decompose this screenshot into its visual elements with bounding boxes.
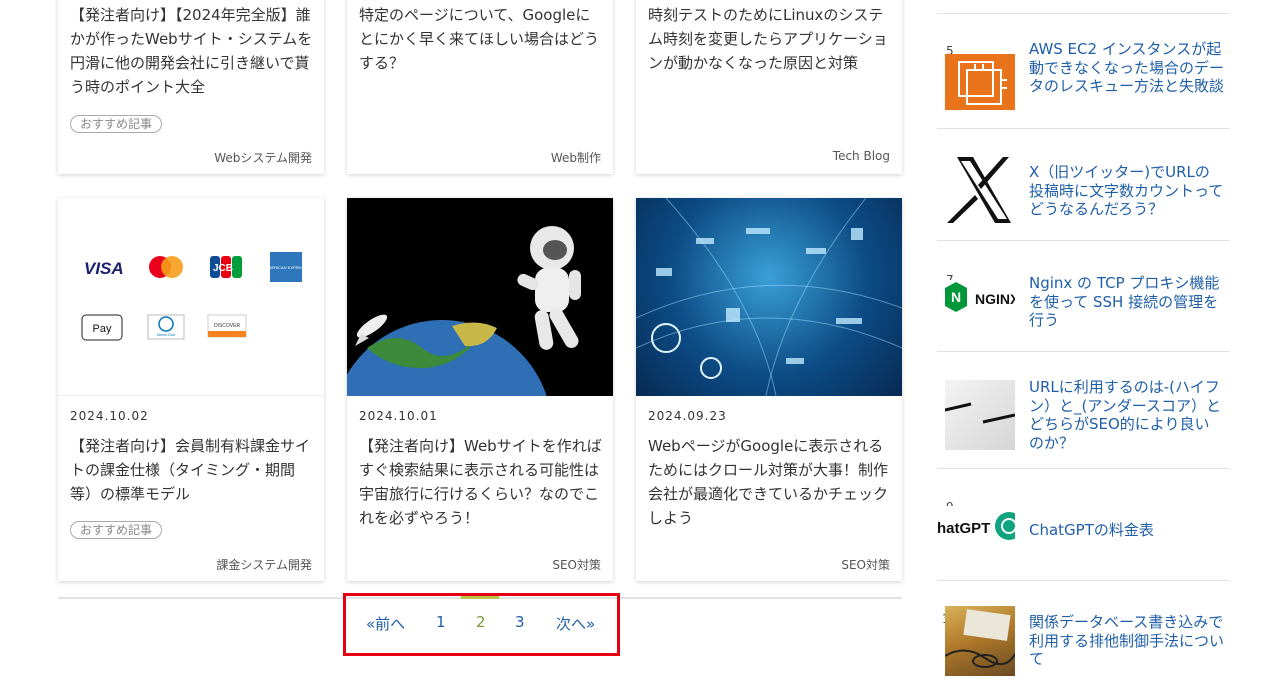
article-card[interactable]: 【発注者向け】【2024年完全版】誰かが作ったWebサイト・システムを円滑に他の… [58, 0, 324, 174]
recommended-tag: おすすめ記事 [70, 521, 163, 539]
svg-text:Pay: Pay [93, 323, 112, 335]
astronaut-earth-thumbnail[interactable] [347, 198, 613, 396]
article-date: 2024.10.02 [70, 409, 149, 423]
sidebar-divider [937, 468, 1230, 469]
sidebar-article-link[interactable]: 関係データベース書き込みで利用する排他制御手法について [1029, 613, 1224, 669]
svg-text:N: N [951, 289, 961, 305]
article-card[interactable]: 2024.10.01 【発注者向け】Webサイトを作ればすぐ検索結果に表示される… [347, 198, 613, 581]
svg-text:NGINX: NGINX [975, 291, 1015, 307]
article-date: 2024.10.01 [359, 409, 438, 423]
category-label[interactable]: Webシステム開発 [214, 149, 312, 166]
pagination-next-link[interactable]: 次へ» [556, 613, 595, 634]
svg-text:hatGPT: hatGPT [937, 520, 990, 537]
hyphen-underscore-icon[interactable] [945, 380, 1015, 450]
sidebar-divider [937, 128, 1230, 129]
digital-network-thumbnail[interactable] [636, 198, 902, 396]
jcb-logo-icon: JCB [210, 256, 242, 278]
category-label[interactable]: 課金システム開発 [216, 556, 312, 573]
category-label[interactable]: Web制作 [551, 149, 601, 166]
svg-text:DISCOVER: DISCOVER [214, 323, 241, 329]
database-photo-icon[interactable] [945, 606, 1015, 676]
chatgpt-logo-icon[interactable]: hatGPT [937, 506, 1015, 546]
svg-text:JCB: JCB [213, 263, 233, 274]
sidebar-divider [937, 580, 1230, 581]
article-card[interactable]: VISA JCB AMERICAN EXPRESS Pay Diners Clu… [58, 198, 324, 581]
article-title[interactable]: 時刻テストのためにLinuxのシステム時刻を変更したらアプリケーションが動かなく… [648, 3, 892, 75]
astronaut-icon [517, 226, 581, 350]
article-title[interactable]: WebページがGoogleに表示されるためにはクロール対策が大事！制作会社が最適… [648, 434, 892, 530]
article-title[interactable]: 特定のページについて、Googleにとにかく早く来てほしい場合はどうする？ [359, 3, 603, 75]
nginx-logo-icon[interactable]: N NGINX [945, 280, 1015, 320]
x-logo-icon[interactable] [945, 155, 1015, 225]
sidebar-divider [937, 13, 1230, 14]
sidebar-divider [937, 351, 1230, 352]
article-title[interactable]: 【発注者向け】【2024年完全版】誰かが作ったWebサイト・システムを円滑に他の… [70, 3, 314, 99]
article-card[interactable]: 2024.09.23 WebページがGoogleに表示されるためにはクロール対策… [636, 198, 902, 581]
payment-logos-thumbnail[interactable]: VISA JCB AMERICAN EXPRESS Pay Diners Clu… [58, 198, 324, 396]
amex-logo-icon: AMERICAN EXPRESS [265, 252, 307, 282]
svg-text:Diners Club: Diners Club [157, 333, 175, 337]
mastercard-logo-icon [149, 256, 183, 278]
article-title[interactable]: 【発注者向け】会員制有料課金サイトの課金仕様（タイミング・期間等）の標準モデル [70, 434, 314, 506]
article-card[interactable]: 特定のページについて、Googleにとにかく早く来てほしい場合はどうする？ We… [347, 0, 613, 174]
sidebar-article-link[interactable]: URLに利用するのは-(ハイフン）と_(アンダースコア）とどちらがSEO的により… [1029, 378, 1224, 452]
svg-text:AMERICAN EXPRESS: AMERICAN EXPRESS [265, 265, 306, 270]
sidebar-article-link[interactable]: Nginx の TCP プロキシ機能を使って SSH 接続の管理を行う [1029, 274, 1224, 330]
pagination-page-1[interactable]: 1 [436, 613, 446, 631]
pagination-prev-link[interactable]: «前へ [366, 613, 405, 634]
aws-ec2-icon[interactable] [945, 54, 1015, 110]
visa-logo-icon: VISA [84, 259, 124, 278]
discover-logo-icon: DISCOVER [207, 314, 247, 338]
category-label[interactable]: SEO対策 [552, 556, 601, 573]
sidebar-article-link[interactable]: AWS EC2 インスタンスが起動できなくなった場合のデータのレスキュー方法と失… [1029, 40, 1224, 96]
category-label[interactable]: SEO対策 [841, 556, 890, 573]
article-date: 2024.09.23 [648, 409, 727, 423]
sidebar-article-link[interactable]: X（旧ツイッター)でURLの投稿時に文字数カウントってどうなるんだろう？ [1029, 163, 1224, 219]
pagination-page-3[interactable]: 3 [515, 613, 525, 631]
diners-club-logo-icon: Diners Club [147, 314, 185, 340]
sidebar-divider [937, 240, 1230, 241]
pagination-page-2-current: 2 [476, 613, 486, 631]
article-title[interactable]: 【発注者向け】Webサイトを作ればすぐ検索結果に表示される可能性は宇宙旅行に行け… [359, 434, 603, 530]
sidebar-article-link[interactable]: ChatGPTの料金表 [1029, 521, 1224, 540]
article-card[interactable]: 時刻テストのためにLinuxのシステム時刻を変更したらアプリケーションが動かなく… [636, 0, 902, 174]
category-label[interactable]: Tech Blog [833, 149, 890, 163]
recommended-tag: おすすめ記事 [70, 115, 163, 133]
apple-pay-logo-icon: Pay [81, 314, 123, 341]
